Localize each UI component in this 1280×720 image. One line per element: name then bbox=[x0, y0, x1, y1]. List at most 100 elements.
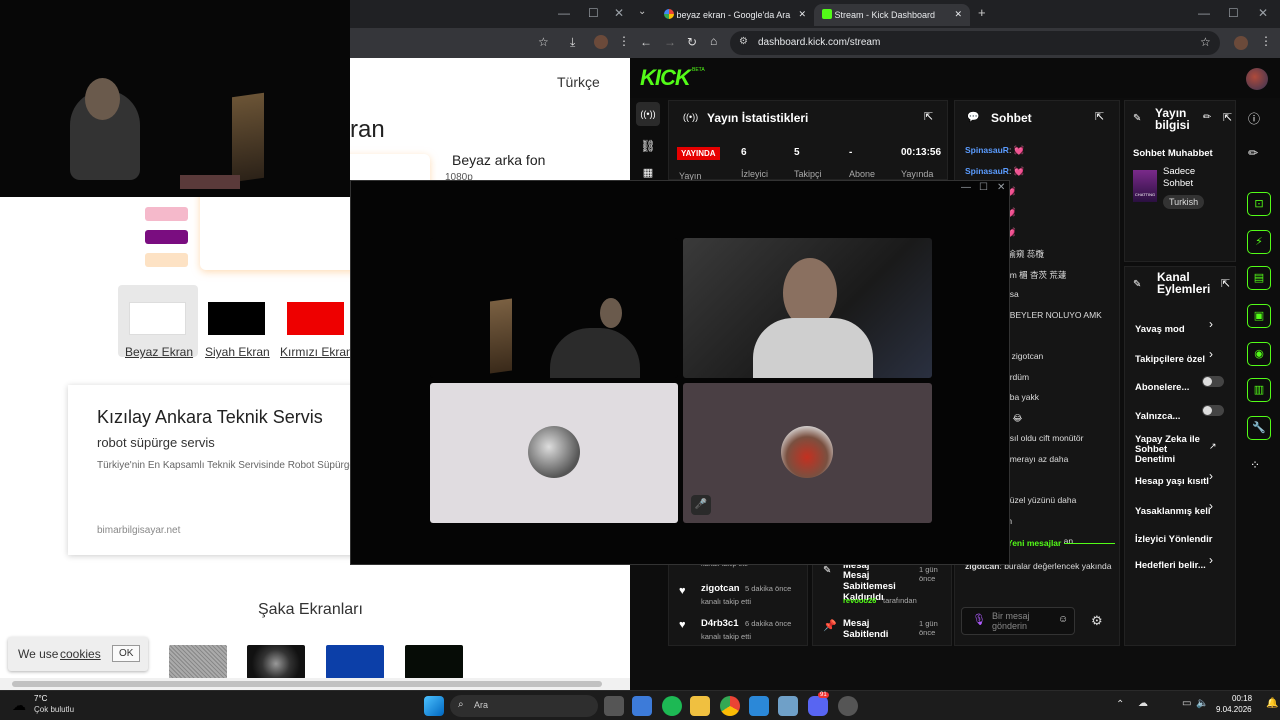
minimize-button[interactable]: — bbox=[961, 182, 971, 193]
channel-action-row[interactable]: Abonelere... bbox=[1135, 376, 1231, 395]
chat-icon[interactable]: ▣ bbox=[1247, 304, 1271, 328]
maximize-button[interactable]: ☐ bbox=[1228, 6, 1239, 20]
mail-icon[interactable] bbox=[749, 696, 769, 716]
cookie-ok-button[interactable]: OK bbox=[112, 645, 141, 662]
notification-icon[interactable]: 🔔 bbox=[1266, 698, 1278, 709]
channel-action-row[interactable]: Hesap yaşı kısıtl › bbox=[1135, 469, 1231, 489]
back-icon[interactable]: ← bbox=[640, 35, 652, 49]
file-explorer-icon[interactable] bbox=[690, 696, 710, 716]
ad-card[interactable]: Kızılay Ankara Teknik Servis robot süpür… bbox=[68, 385, 368, 555]
clock-time[interactable]: 00:18 bbox=[1232, 694, 1252, 703]
download-icon[interactable]: ⤓ bbox=[570, 35, 575, 50]
mini-swatch-peach[interactable] bbox=[145, 253, 188, 267]
taskbar-search[interactable]: ⌕ Ara bbox=[450, 695, 598, 717]
audio-tile-1[interactable] bbox=[430, 383, 678, 523]
channel-action-row[interactable]: Yavaş mod › bbox=[1135, 317, 1231, 337]
channel-action-row[interactable]: Takipçilere özel › bbox=[1135, 347, 1231, 367]
weather-icon[interactable]: ☁ bbox=[12, 697, 26, 714]
discord-icon[interactable]: 91 bbox=[808, 692, 829, 716]
site-info-icon[interactable]: ⚙ bbox=[739, 36, 748, 47]
tab-google[interactable]: beyaz ekran - Google'da Ara ✕ bbox=[656, 4, 814, 26]
white-screen-link[interactable]: Beyaz Ekran bbox=[125, 345, 193, 359]
maximize-button[interactable]: ☐ bbox=[588, 6, 599, 20]
network-icon[interactable]: ▭ bbox=[1182, 698, 1191, 709]
ad-domain[interactable]: bimarbilgisayar.net bbox=[97, 525, 180, 536]
mini-swatch-purple[interactable] bbox=[145, 230, 188, 244]
video-tile-participant[interactable] bbox=[683, 238, 932, 378]
broadcast-icon[interactable]: ◉ bbox=[1247, 342, 1271, 366]
tab-close-icon[interactable]: ✕ bbox=[954, 9, 962, 20]
app-icon[interactable] bbox=[778, 696, 798, 716]
wrench-icon[interactable]: 🔧 bbox=[1247, 416, 1271, 440]
user-avatar[interactable] bbox=[1246, 68, 1268, 90]
mini-swatch-pink[interactable] bbox=[145, 207, 188, 221]
black-screen-link[interactable]: Siyah Ekran bbox=[205, 345, 270, 359]
black-screen-swatch[interactable] bbox=[208, 302, 265, 335]
start-icon[interactable] bbox=[424, 696, 444, 716]
red-screen-swatch[interactable] bbox=[287, 302, 344, 335]
popout-icon[interactable]: ⇱ bbox=[1221, 277, 1230, 290]
minimize-button[interactable]: — bbox=[1198, 6, 1210, 20]
store-icon[interactable] bbox=[632, 696, 652, 716]
broadcast-icon[interactable]: ((•)) bbox=[636, 102, 660, 126]
reload-icon[interactable]: ↻ bbox=[687, 35, 697, 49]
chat-settings-icon[interactable]: ⚙ bbox=[1091, 613, 1103, 629]
emoji-icon[interactable]: ☺ bbox=[1058, 614, 1068, 625]
link-icon[interactable]: ⛓ bbox=[636, 134, 660, 158]
channel-action-row[interactable]: Yasaklanmış keli › bbox=[1135, 499, 1231, 519]
kick-logo[interactable]: KICK bbox=[640, 65, 691, 91]
minimize-button[interactable]: — bbox=[558, 6, 570, 20]
modlog-user-0[interactable]: revooo26 bbox=[843, 596, 876, 605]
audio-tile-2[interactable]: 🎤 bbox=[683, 383, 932, 523]
menu-icon[interactable]: ⋮ bbox=[618, 34, 630, 48]
hacker-thumb[interactable] bbox=[405, 645, 463, 678]
channel-action-row[interactable]: İzleyici Yönlendir bbox=[1135, 529, 1231, 547]
task-view-icon[interactable] bbox=[604, 696, 624, 716]
bookmark-star-icon[interactable]: ☆ bbox=[538, 35, 549, 49]
galaxy-thumb[interactable] bbox=[247, 645, 305, 678]
spotify-icon[interactable] bbox=[662, 696, 682, 716]
menu-icon[interactable]: ⋮ bbox=[1260, 34, 1272, 48]
home-icon[interactable]: ⌂ bbox=[710, 34, 717, 48]
toggle-switch[interactable] bbox=[1202, 405, 1224, 416]
chrome-icon[interactable] bbox=[720, 696, 740, 716]
app-icon[interactable] bbox=[838, 696, 858, 716]
white-screen-swatch[interactable] bbox=[129, 302, 186, 335]
language-selector[interactable]: Türkçe bbox=[557, 74, 600, 90]
bookmark-star-icon[interactable]: ☆ bbox=[1200, 35, 1211, 49]
close-button[interactable]: ✕ bbox=[1258, 6, 1268, 20]
channel-action-row[interactable]: Hedefleri belir... › bbox=[1135, 553, 1231, 573]
static-noise-thumb[interactable] bbox=[169, 645, 227, 678]
chat-username[interactable]: SpinasauR bbox=[965, 166, 1009, 176]
bsod-thumb[interactable] bbox=[326, 645, 384, 678]
toggle-switch[interactable] bbox=[1202, 376, 1224, 387]
tab-kick[interactable]: Stream - Kick Dashboard ✕ bbox=[814, 4, 970, 26]
pencil-icon[interactable]: ✏ bbox=[1248, 146, 1258, 160]
document-icon[interactable]: ▤ bbox=[1247, 266, 1271, 290]
forward-icon[interactable]: → bbox=[664, 35, 676, 49]
maximize-button[interactable]: ☐ bbox=[979, 182, 988, 193]
screenshot-icon[interactable]: ⊡ bbox=[1247, 192, 1271, 216]
tray-chevron-icon[interactable]: ⌃ bbox=[1116, 699, 1124, 710]
video-tile-self[interactable] bbox=[430, 238, 678, 378]
channel-action-row[interactable]: Yalnızca... bbox=[1135, 405, 1231, 424]
onedrive-icon[interactable]: ☁ bbox=[1138, 698, 1148, 709]
tab-close-icon[interactable]: ✕ bbox=[798, 9, 806, 20]
category-thumbnail[interactable]: CHATTING bbox=[1133, 170, 1157, 202]
info-icon[interactable]: ⓘ bbox=[1248, 110, 1260, 127]
edit-icon[interactable]: ✏ bbox=[1203, 112, 1211, 123]
volume-icon[interactable]: 🔈 bbox=[1196, 698, 1208, 709]
profile-avatar[interactable] bbox=[594, 35, 608, 49]
cookie-link[interactable]: cookies bbox=[60, 647, 101, 661]
mic-icon[interactable]: 🎙 bbox=[972, 613, 986, 626]
scroll-thumb[interactable] bbox=[12, 681, 602, 687]
profile-avatar[interactable] bbox=[1234, 36, 1248, 50]
red-screen-link[interactable]: Kırmızı Ekran bbox=[280, 345, 353, 359]
apps-icon[interactable]: ⁘ bbox=[1250, 458, 1260, 472]
horizontal-scrollbar[interactable] bbox=[0, 678, 630, 690]
close-button[interactable]: ✕ bbox=[997, 182, 1005, 193]
popout-icon[interactable]: ⇱ bbox=[1223, 111, 1232, 124]
new-tab-button[interactable]: + bbox=[978, 5, 986, 20]
ad-title[interactable]: Kızılay Ankara Teknik Servis bbox=[97, 407, 323, 428]
url-input[interactable]: ⚙ dashboard.kick.com/stream bbox=[730, 31, 1220, 55]
